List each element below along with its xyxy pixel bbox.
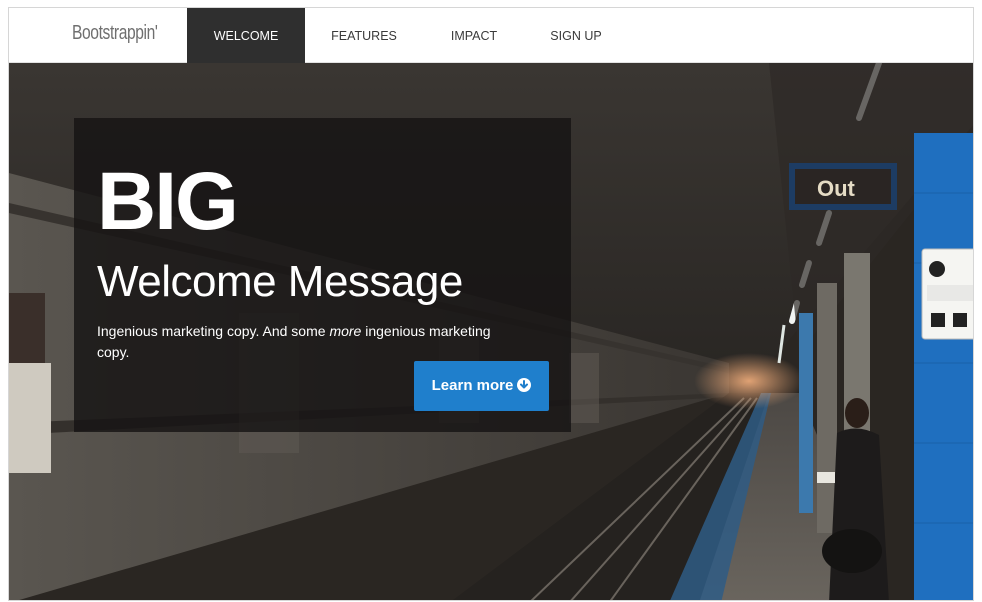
hero-copy-part-1: Ingenious marketing copy. And some (97, 323, 330, 339)
hero-copy-emphasis: more (329, 323, 362, 339)
out-sign-text: Out (817, 176, 856, 201)
nav-item-impact[interactable]: IMPACT (429, 8, 519, 63)
nav-item-sign-up[interactable]: SIGN UP (531, 8, 621, 63)
hero-section: Out BIG Welcome Message Ingenious market… (9, 63, 973, 600)
navbar: Bootstrappin' WELCOME FEATURES IMPACT SI… (9, 8, 973, 63)
page-frame: Bootstrappin' WELCOME FEATURES IMPACT SI… (8, 7, 974, 601)
learn-more-label: Learn more (431, 377, 514, 394)
nav-item-welcome[interactable]: WELCOME (187, 8, 305, 63)
hero-headline: Welcome Message (97, 257, 463, 306)
nav-item-features[interactable]: FEATURES (309, 8, 419, 63)
hero-copy: Ingenious marketing copy. And some more … (97, 321, 517, 363)
brand-logo[interactable]: Bootstrappin' (72, 22, 158, 45)
hero-big-text: BIG (97, 156, 239, 247)
welcome-panel: BIG Welcome Message Ingenious marketing … (74, 118, 571, 432)
circle-arrow-down-icon (517, 378, 532, 392)
learn-more-button[interactable]: Learn more (414, 361, 549, 411)
